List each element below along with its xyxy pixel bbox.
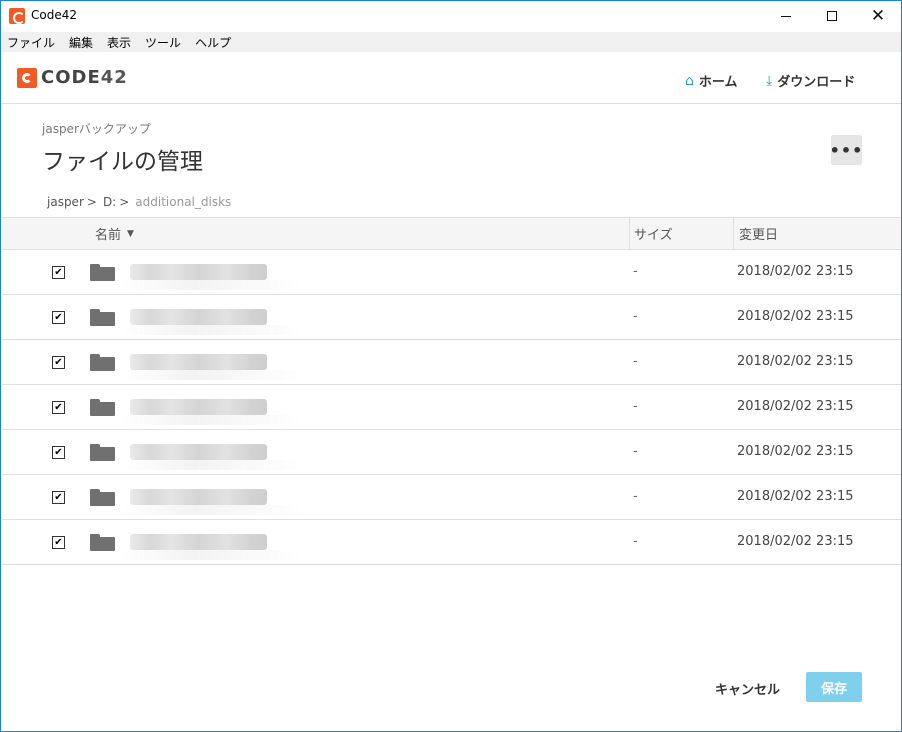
logo-text: CODE	[41, 67, 101, 88]
column-header-size-label: サイズ	[634, 228, 673, 243]
download-icon: ⤓	[766, 72, 773, 89]
folder-icon	[90, 354, 115, 371]
breadcrumb-separator: >	[119, 195, 130, 209]
app-logo-icon	[9, 8, 25, 24]
file-size: -	[633, 534, 638, 549]
minimize-button[interactable]	[763, 1, 809, 31]
table-row[interactable]: ✔ - 2018/02/02 23:15	[2, 520, 901, 565]
column-header-size[interactable]: サイズ	[629, 218, 733, 249]
redacted-folder-name[interactable]	[120, 534, 306, 560]
folder-icon	[90, 444, 115, 461]
sort-desc-icon: ▼	[127, 228, 134, 239]
maximize-icon	[827, 11, 837, 21]
redacted-folder-name[interactable]	[120, 264, 306, 290]
table-header: 名前 ▼ サイズ 変更日	[2, 217, 901, 250]
redacted-folder-name[interactable]	[120, 309, 306, 335]
maximize-button[interactable]	[809, 1, 855, 31]
redacted-folder-name[interactable]	[120, 444, 306, 470]
modified-date: 2018/02/02 23:15	[737, 399, 854, 414]
folder-icon	[90, 489, 115, 506]
code42-logo: CODE42	[17, 67, 128, 88]
column-header-date[interactable]: 変更日	[733, 218, 901, 249]
row-checkbox[interactable]: ✔	[52, 401, 65, 414]
file-size: -	[633, 399, 638, 414]
nav-download-link[interactable]: ⤓ ダウンロード	[766, 71, 856, 91]
row-checkbox[interactable]: ✔	[52, 491, 65, 504]
checkmark-icon: ✔	[54, 446, 63, 458]
minimize-icon	[781, 15, 791, 17]
modified-date: 2018/02/02 23:15	[737, 309, 854, 324]
folder-icon	[90, 399, 115, 416]
breadcrumb-item-jasper[interactable]: jasper	[47, 195, 84, 209]
folder-icon	[90, 309, 115, 326]
more-icon: •••	[829, 140, 864, 160]
nav-home-label: ホーム	[698, 75, 738, 90]
breadcrumb-item-drive[interactable]: D:	[103, 195, 116, 209]
page-subtitle: jasperバックアップ	[42, 122, 151, 136]
breadcrumb-separator: >	[86, 195, 97, 209]
folder-icon	[90, 264, 115, 281]
file-size: -	[633, 489, 638, 504]
page-title: ファイルの管理	[42, 149, 203, 175]
menu-view[interactable]: 表示	[107, 34, 131, 51]
table-row[interactable]: ✔ - 2018/02/02 23:15	[2, 295, 901, 340]
redacted-folder-name[interactable]	[120, 354, 306, 380]
row-checkbox[interactable]: ✔	[52, 446, 65, 459]
redacted-folder-name[interactable]	[120, 489, 306, 515]
menu-file[interactable]: ファイル	[7, 34, 55, 51]
menu-edit[interactable]: 編集	[69, 34, 93, 51]
table-row[interactable]: ✔ - 2018/02/02 23:15	[2, 385, 901, 430]
row-checkbox[interactable]: ✔	[52, 311, 65, 324]
checkmark-icon: ✔	[54, 356, 63, 368]
file-list: ✔ - 2018/02/02 23:15 ✔ - 2018/02/02 23:1…	[2, 250, 901, 565]
table-row[interactable]: ✔ - 2018/02/02 23:15	[2, 475, 901, 520]
modified-date: 2018/02/02 23:15	[737, 354, 854, 369]
row-checkbox[interactable]: ✔	[52, 356, 65, 369]
checkmark-icon: ✔	[54, 311, 63, 323]
window-title: Code42	[31, 8, 77, 22]
close-icon: ✕	[870, 5, 886, 26]
table-row[interactable]: ✔ - 2018/02/02 23:15	[2, 340, 901, 385]
title-bar: Code42 ✕	[1, 1, 901, 32]
cancel-button[interactable]: キャンセル	[715, 679, 780, 698]
more-options-button[interactable]: •••	[829, 135, 864, 165]
file-size: -	[633, 354, 638, 369]
close-button[interactable]: ✕	[855, 1, 901, 31]
menu-help[interactable]: ヘルプ	[195, 34, 231, 51]
table-row[interactable]: ✔ - 2018/02/02 23:15	[2, 430, 901, 475]
file-size: -	[633, 444, 638, 459]
row-checkbox[interactable]: ✔	[52, 266, 65, 279]
file-size: -	[633, 309, 638, 324]
table-row[interactable]: ✔ - 2018/02/02 23:15	[2, 250, 901, 295]
checkmark-icon: ✔	[54, 266, 63, 278]
nav-download-label: ダウンロード	[777, 75, 856, 90]
app-header: CODE42 ⌂ ホーム ⤓ ダウンロード	[1, 52, 901, 104]
checkmark-icon: ✔	[54, 401, 63, 413]
folder-icon	[90, 534, 115, 551]
column-header-name-label: 名前	[95, 228, 122, 243]
column-header-name[interactable]: 名前 ▼	[95, 218, 134, 249]
modified-date: 2018/02/02 23:15	[737, 264, 854, 279]
menu-bar: ファイル 編集 表示 ツール ヘルプ	[1, 32, 901, 52]
file-size: -	[633, 264, 638, 279]
checkmark-icon: ✔	[54, 536, 63, 548]
breadcrumb: jasper > D: > additional_disks	[47, 195, 231, 209]
logo-number: 42	[100, 67, 128, 88]
home-icon: ⌂	[685, 72, 694, 89]
modified-date: 2018/02/02 23:15	[737, 489, 854, 504]
nav-home-link[interactable]: ⌂ ホーム	[685, 71, 738, 91]
app-window: Code42 ✕ ファイル 編集 表示 ツール ヘルプ CODE42 ⌂ ホーム…	[0, 0, 902, 732]
modified-date: 2018/02/02 23:15	[737, 534, 854, 549]
breadcrumb-item-current: additional_disks	[135, 195, 232, 209]
menu-tools[interactable]: ツール	[145, 34, 181, 51]
modified-date: 2018/02/02 23:15	[737, 444, 854, 459]
save-button[interactable]: 保存	[806, 672, 862, 702]
checkmark-icon: ✔	[54, 491, 63, 503]
code42-logo-icon	[17, 67, 37, 88]
row-checkbox[interactable]: ✔	[52, 536, 65, 549]
redacted-folder-name[interactable]	[120, 399, 306, 425]
column-header-date-label: 変更日	[739, 228, 779, 243]
